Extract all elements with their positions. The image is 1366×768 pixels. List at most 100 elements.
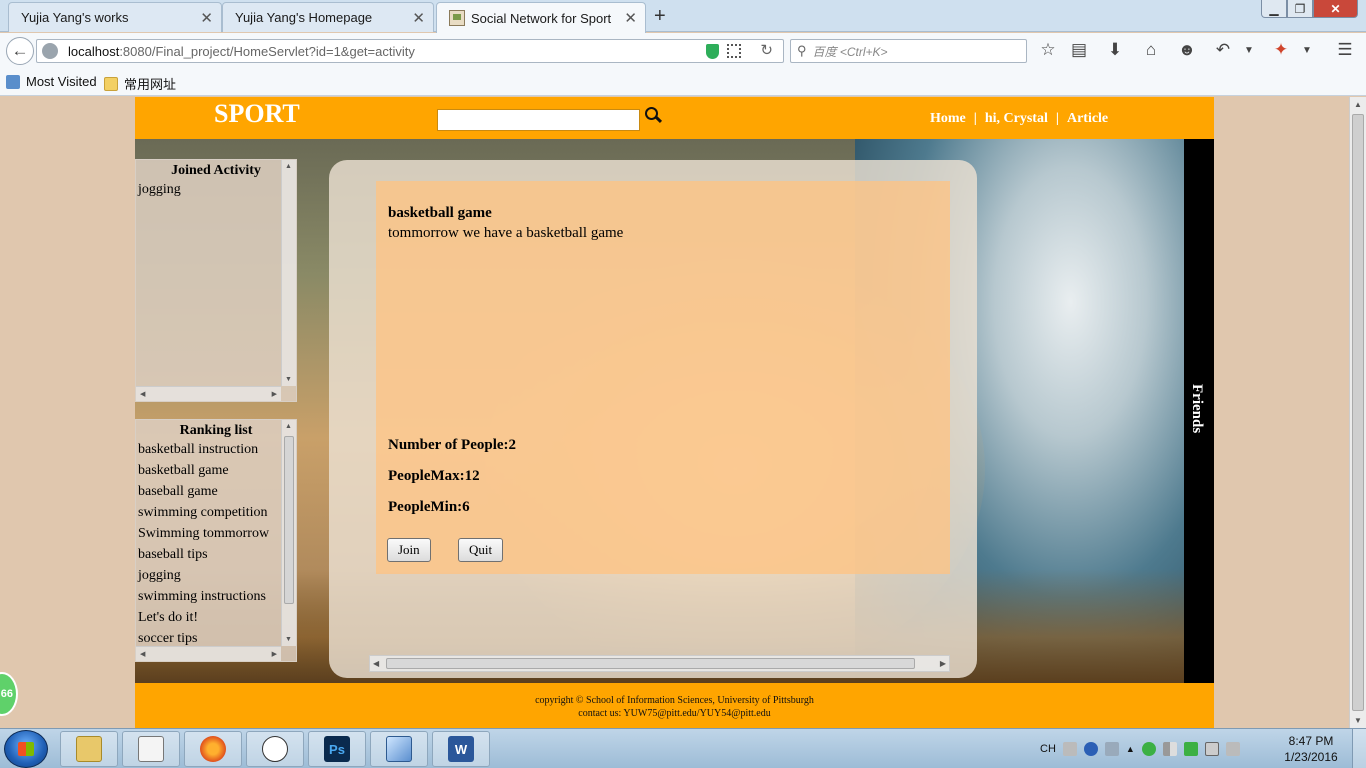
extension-icon[interactable]: ✦ (1270, 39, 1292, 61)
reading-list-icon[interactable]: ▤ (1068, 39, 1090, 61)
undo-icon[interactable]: ↶ (1212, 39, 1234, 61)
keyboard-icon[interactable] (1062, 742, 1077, 756)
scroll-right-icon[interactable]: ▶ (272, 390, 277, 398)
scroll-up-icon[interactable]: ▲ (1354, 100, 1362, 109)
close-tab-icon[interactable]: ✕ (200, 9, 213, 27)
scroll-left-icon[interactable]: ◀ (373, 659, 379, 668)
bookmark-common-sites[interactable]: 常用网址 (104, 74, 176, 93)
new-tab-icon[interactable]: + (654, 5, 666, 28)
site-header: SPORT Home | hi, Crystal | Article (135, 97, 1214, 139)
scroll-up-icon[interactable]: ▲ (285, 163, 292, 170)
qr-code-icon[interactable] (727, 44, 741, 58)
nav-separator: | (1055, 111, 1059, 126)
quit-button[interactable]: Quit (458, 538, 504, 562)
system-clock[interactable]: 8:47 PM 1/23/2016 (1276, 733, 1346, 765)
search-icon[interactable] (645, 107, 663, 125)
bookmark-most-visited[interactable]: Most Visited (6, 74, 97, 89)
network-icon[interactable] (1162, 742, 1177, 756)
dropdown-arrow-icon[interactable]: ▼ (1296, 39, 1318, 61)
maximize-window-button[interactable]: ❐ (1287, 0, 1313, 18)
device-icon[interactable] (1204, 742, 1219, 756)
nav-separator: | (973, 111, 977, 126)
scroll-down-icon[interactable]: ▼ (285, 376, 292, 383)
search-placeholder: 百度 <Ctrl+K> (812, 44, 888, 59)
taskbar-photoshop[interactable]: Ps (308, 731, 366, 767)
flag-icon[interactable] (1104, 742, 1119, 756)
scroll-left-icon[interactable]: ◀ (140, 650, 145, 658)
taskbar-firefox[interactable] (184, 731, 242, 767)
search-input[interactable]: ⚲ 百度 <Ctrl+K> (790, 39, 1027, 63)
nav-user-link[interactable]: hi, Crystal (985, 111, 1048, 127)
start-button[interactable] (4, 730, 48, 768)
minimize-window-button[interactable]: ▁ (1261, 0, 1287, 18)
reload-icon[interactable]: ↻ (760, 41, 773, 59)
close-tab-icon[interactable]: ✕ (412, 9, 425, 27)
joined-activity-panel: Joined Activity jogging ▲ ▼ ◀ ▶ (135, 159, 297, 402)
bookmark-folder-icon (6, 74, 20, 89)
scrollbar-thumb[interactable] (386, 658, 915, 669)
scrollbar-thumb[interactable] (1352, 114, 1364, 711)
taskbar-rabbit-app[interactable] (246, 731, 304, 767)
scrollbar-thumb[interactable] (284, 436, 294, 604)
tab-yujia-works[interactable]: Yujia Yang's works ✕ (8, 2, 222, 32)
join-button[interactable]: Join (387, 538, 431, 562)
taskbar-file-explorer[interactable] (60, 731, 118, 767)
globe-icon (42, 43, 58, 59)
list-item[interactable]: Swimming tommorrow (138, 523, 296, 544)
nav-home-link[interactable]: Home (930, 111, 966, 127)
back-button[interactable]: ← (6, 37, 34, 65)
sync-icon[interactable] (1183, 742, 1198, 756)
chat-icon[interactable]: ☻ (1176, 39, 1198, 61)
tab-yujia-homepage[interactable]: Yujia Yang's Homepage ✕ (222, 2, 434, 32)
close-window-button[interactable]: ✕ (1313, 0, 1358, 18)
close-tab-icon[interactable]: ✕ (624, 9, 637, 27)
list-item[interactable]: baseball tips (138, 544, 296, 565)
scroll-left-icon[interactable]: ◀ (140, 390, 145, 398)
home-icon[interactable]: ⌂ (1140, 39, 1162, 61)
vertical-scrollbar[interactable]: ▲ ▼ (281, 160, 296, 386)
scroll-right-icon[interactable]: ▶ (272, 650, 277, 658)
list-item[interactable]: jogging (138, 179, 296, 200)
folder-icon (76, 736, 102, 762)
ranking-list: basketball instruction basketball game b… (138, 439, 296, 649)
tab-title: Yujia Yang's works (21, 10, 129, 25)
horizontal-scrollbar[interactable]: ◀ ▶ (136, 646, 281, 661)
list-item[interactable]: basketball instruction (138, 439, 296, 460)
scroll-down-icon[interactable]: ▼ (285, 636, 292, 643)
list-item[interactable]: swimming instructions (138, 586, 296, 607)
volume-muted-icon[interactable] (1225, 742, 1240, 756)
taskbar-notepad[interactable] (122, 731, 180, 767)
list-item[interactable]: swimming competition (138, 502, 296, 523)
url-text[interactable]: localhost:8080/Final_project/HomeServlet… (68, 44, 415, 59)
bookmark-star-icon[interactable]: ☆ (1037, 39, 1059, 61)
menu-icon[interactable]: ☰ (1334, 39, 1356, 61)
list-item[interactable]: basketball game (138, 460, 296, 481)
taskbar-3d-app[interactable] (370, 731, 428, 767)
show-desktop-button[interactable] (1352, 729, 1366, 768)
site-logo[interactable]: SPORT (214, 99, 300, 129)
nav-article-link[interactable]: Article (1067, 111, 1108, 127)
help-icon[interactable] (1083, 742, 1098, 756)
show-hidden-icons-icon[interactable]: ▲ (1126, 744, 1135, 754)
address-bar[interactable]: localhost:8080/Final_project/HomeServlet… (36, 39, 784, 63)
list-item[interactable]: Let's do it! (138, 607, 296, 628)
friends-sidebar[interactable]: Friends (1184, 139, 1214, 683)
horizontal-scrollbar[interactable]: ◀ ▶ (369, 655, 950, 672)
security-icon[interactable] (1141, 742, 1156, 756)
site-search-input[interactable] (437, 109, 640, 131)
dropdown-arrow-icon[interactable]: ▼ (1238, 39, 1260, 61)
horizontal-scrollbar[interactable]: ◀ ▶ (136, 386, 281, 401)
vertical-scrollbar[interactable]: ▲ ▼ (281, 420, 296, 646)
language-indicator[interactable]: CH (1040, 743, 1056, 755)
page-vertical-scrollbar[interactable]: ▲ ▼ (1349, 97, 1366, 728)
tab-social-network-sport[interactable]: Social Network for Sport ✕ (436, 2, 646, 33)
scroll-right-icon[interactable]: ▶ (940, 659, 946, 668)
scroll-up-icon[interactable]: ▲ (285, 423, 292, 430)
taskbar-word[interactable]: W (432, 731, 490, 767)
list-item[interactable]: jogging (138, 565, 296, 586)
clock-date: 1/23/2016 (1284, 750, 1338, 764)
list-item[interactable]: baseball game (138, 481, 296, 502)
download-icon[interactable]: ⬇ (1104, 39, 1126, 61)
shield-icon[interactable] (706, 44, 719, 59)
scroll-down-icon[interactable]: ▼ (1354, 716, 1362, 725)
